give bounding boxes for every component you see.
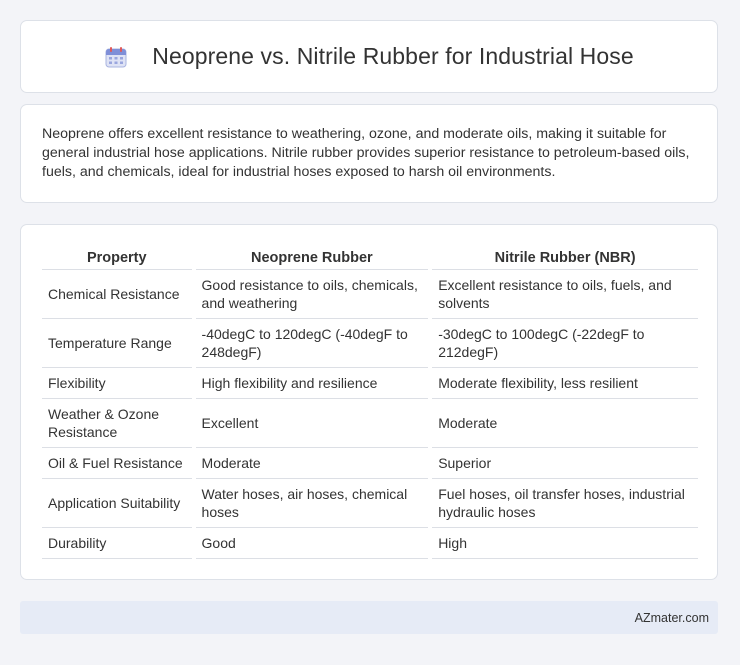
table-row: Weather & Ozone Resistance Excellent Mod… xyxy=(42,398,698,448)
table-row: Durability Good High xyxy=(42,527,698,559)
header-neoprene: Neoprene Rubber xyxy=(191,244,431,270)
row-nitrile: Moderate flexibility, less resilient xyxy=(428,367,698,399)
row-property: Temperature Range xyxy=(42,318,194,368)
calendar-icon xyxy=(104,45,128,69)
row-neoprene: Good resistance to oils, chemicals, and … xyxy=(191,269,431,319)
title-card: Neoprene vs. Nitrile Rubber for Industri… xyxy=(20,20,718,93)
row-nitrile: Fuel hoses, oil transfer hoses, industri… xyxy=(428,478,698,528)
table-row: Temperature Range -40degC to 120degC (-4… xyxy=(42,318,698,368)
row-nitrile: -30degC to 100degC (-22degF to 212degF) xyxy=(428,318,698,368)
row-nitrile: Superior xyxy=(428,447,698,479)
intro-card: Neoprene offers excellent resistance to … xyxy=(20,104,718,203)
row-neoprene: -40degC to 120degC (-40degF to 248degF) xyxy=(191,318,431,368)
row-neoprene: High flexibility and resilience xyxy=(191,367,431,399)
row-neoprene: Good xyxy=(191,527,431,559)
row-property: Chemical Resistance xyxy=(42,269,194,319)
row-nitrile: Moderate xyxy=(428,398,698,448)
table-header-row: Property Neoprene Rubber Nitrile Rubber … xyxy=(42,244,698,270)
header-nitrile: Nitrile Rubber (NBR) xyxy=(428,244,698,270)
row-property: Durability xyxy=(42,527,194,559)
comparison-table-card: Property Neoprene Rubber Nitrile Rubber … xyxy=(20,224,718,580)
row-property: Weather & Ozone Resistance xyxy=(42,398,194,448)
footer: AZmater.com xyxy=(20,601,718,634)
row-nitrile: Excellent resistance to oils, fuels, and… xyxy=(428,269,698,319)
page-title: Neoprene vs. Nitrile Rubber for Industri… xyxy=(152,43,634,69)
header-property: Property xyxy=(42,244,194,270)
row-nitrile: High xyxy=(428,527,698,559)
footer-brand: AZmater.com xyxy=(634,610,709,625)
table-row: Chemical Resistance Good resistance to o… xyxy=(42,269,698,319)
row-property: Flexibility xyxy=(42,367,194,399)
comparison-table: Property Neoprene Rubber Nitrile Rubber … xyxy=(42,244,698,559)
table-row: Oil & Fuel Resistance Moderate Superior xyxy=(42,447,698,479)
intro-text: Neoprene offers excellent resistance to … xyxy=(42,126,690,180)
row-neoprene: Water hoses, air hoses, chemical hoses xyxy=(191,478,431,528)
row-property: Oil & Fuel Resistance xyxy=(42,447,194,479)
row-neoprene: Excellent xyxy=(191,398,431,448)
table-row: Application Suitability Water hoses, air… xyxy=(42,478,698,528)
row-property: Application Suitability xyxy=(42,478,194,528)
table-row: Flexibility High flexibility and resilie… xyxy=(42,367,698,399)
row-neoprene: Moderate xyxy=(191,447,431,479)
